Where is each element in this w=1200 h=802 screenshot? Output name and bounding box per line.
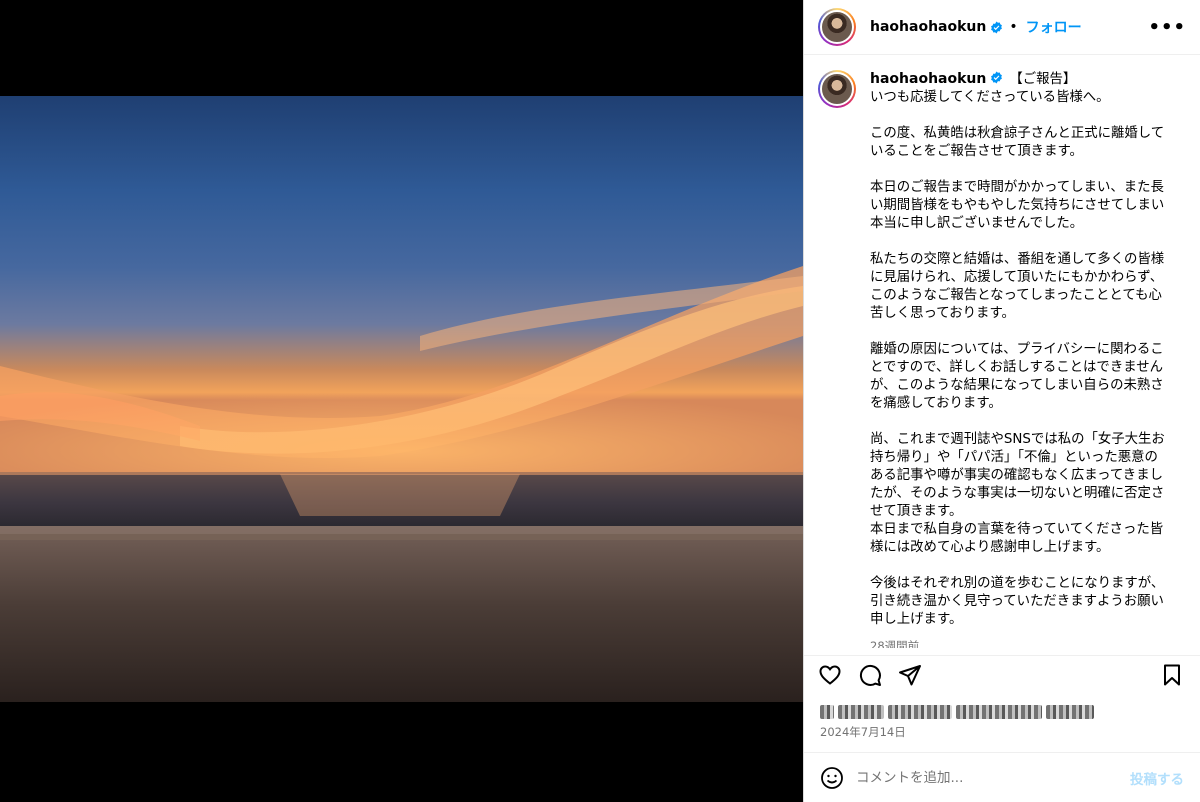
caption-line: 私たちの交際と結婚は、番組を通して多くの皆様 [870, 252, 1165, 267]
action-bar [804, 655, 1200, 695]
caption-line: 本日のご報告まで時間がかかってしまい、また長 [870, 180, 1164, 195]
post-header: haohaohaokun • フォロー ••• [804, 0, 1200, 55]
like-button[interactable] [818, 663, 844, 689]
comment-input[interactable] [856, 769, 1130, 786]
blurred-text [838, 705, 884, 719]
caption-line: この度、私黄皓は秋倉諒子さんと正式に離婚して [870, 126, 1165, 141]
post-photo[interactable] [0, 96, 803, 702]
caption-line: いることをご報告させて頂きます。 [870, 144, 1083, 159]
author-username[interactable]: haohaohaokun [870, 19, 986, 35]
caption-line: 様には改めて心より感謝申し上げます。 [870, 540, 1110, 555]
caption-row: haohaohaokun 【ご報告】 いつも応援してくださっている皆様へ。この度… [818, 70, 1186, 648]
bookmark-icon [1164, 664, 1180, 685]
caption-line: たが、そのような事実は一切ないと明確に否定さ [870, 486, 1165, 501]
follow-button[interactable]: フォロー [1026, 17, 1082, 37]
instagram-post-modal: haohaohaokun • フォロー ••• haohaohaokun 【ご報… [0, 0, 1200, 802]
emoji-icon[interactable] [820, 766, 844, 790]
more-options-icon[interactable]: ••• [1148, 17, 1186, 38]
comment-bar: 投稿する [804, 752, 1200, 802]
post-media [0, 0, 803, 802]
blurred-text [1046, 705, 1094, 719]
sunset-beach-image [0, 96, 803, 702]
share-icon [899, 664, 921, 685]
liked-by-blurred [820, 702, 1098, 722]
caption-line: 今後はそれぞれ別の道を歩むことになりますが、 [870, 576, 1165, 591]
blurred-text [956, 705, 1042, 719]
post-sidebar: haohaohaokun • フォロー ••• haohaohaokun 【ご報… [803, 0, 1200, 802]
share-button[interactable] [898, 663, 924, 689]
verified-badge-icon [991, 71, 1003, 84]
post-comment-button[interactable]: 投稿する [1130, 768, 1184, 788]
caption-author-avatar[interactable] [818, 70, 856, 108]
caption-line: 申し上げます。 [870, 612, 963, 627]
caption-line: このようなご報告となってしまったこととても心 [870, 288, 1162, 303]
caption-line: 苦しく思っております。 [870, 306, 1015, 321]
caption-line: 尚、これまで週刊誌やSNSでは私の「女子大生お [870, 432, 1165, 447]
separator-dot: • [1009, 19, 1018, 35]
caption-line: ある記事や噂が事実の確認もなく広まってきまし [870, 468, 1163, 483]
save-button[interactable] [1160, 663, 1186, 689]
comment-button[interactable] [858, 663, 884, 689]
caption-line: 離婚の原因については、プライバシーに関わるこ [870, 342, 1164, 357]
relative-timestamp[interactable]: 28週間前 [870, 637, 1185, 648]
caption-username[interactable]: haohaohaokun [870, 71, 986, 87]
blurred-text [888, 705, 952, 719]
caption-line: を痛感しております。 [870, 396, 1002, 411]
caption-line: 持ち帰り」や「パパ活」「不倫」といった悪意の [870, 450, 1158, 465]
caption-text: いつも応援してくださっている皆様へ。この度、私黄皓は秋倉諒子さんと正式に離婚して… [870, 89, 1185, 629]
author-avatar[interactable] [818, 8, 856, 46]
caption-line: い期間皆様をもやもやした気持ちにさせてしまい [870, 198, 1165, 213]
caption-line: が、このような結果になってしまい自らの未熟さ [870, 378, 1164, 393]
blurred-avatar [820, 705, 834, 719]
heart-icon [819, 664, 841, 685]
caption-scroll-area[interactable]: haohaohaokun 【ご報告】 いつも応援してくださっている皆様へ。この度… [804, 56, 1200, 648]
caption-line: 本当に申し訳ございませんでした。 [870, 216, 1084, 231]
verified-badge-icon [991, 21, 1003, 33]
caption-line: 本日まで私自身の言葉を待っていてくださった皆 [870, 522, 1164, 537]
caption-body: haohaohaokun 【ご報告】 いつも応援してくださっている皆様へ。この度… [870, 70, 1185, 648]
caption-line: 引き続き温かく見守っていただきますようお願い [870, 594, 1164, 609]
caption-line: に見届けられ、応援して頂いたにもかかわらず、 [870, 270, 1164, 285]
comment-icon [859, 664, 881, 686]
caption-line: とですので、詳しくお話しすることはできません [870, 360, 1163, 375]
post-date: 2024年7月14日 [820, 725, 906, 739]
caption-line: せて頂きます。 [870, 504, 963, 519]
caption-line: いつも応援してくださっている皆様へ。 [870, 90, 1110, 105]
caption-title: 【ご報告】 [1009, 72, 1077, 87]
